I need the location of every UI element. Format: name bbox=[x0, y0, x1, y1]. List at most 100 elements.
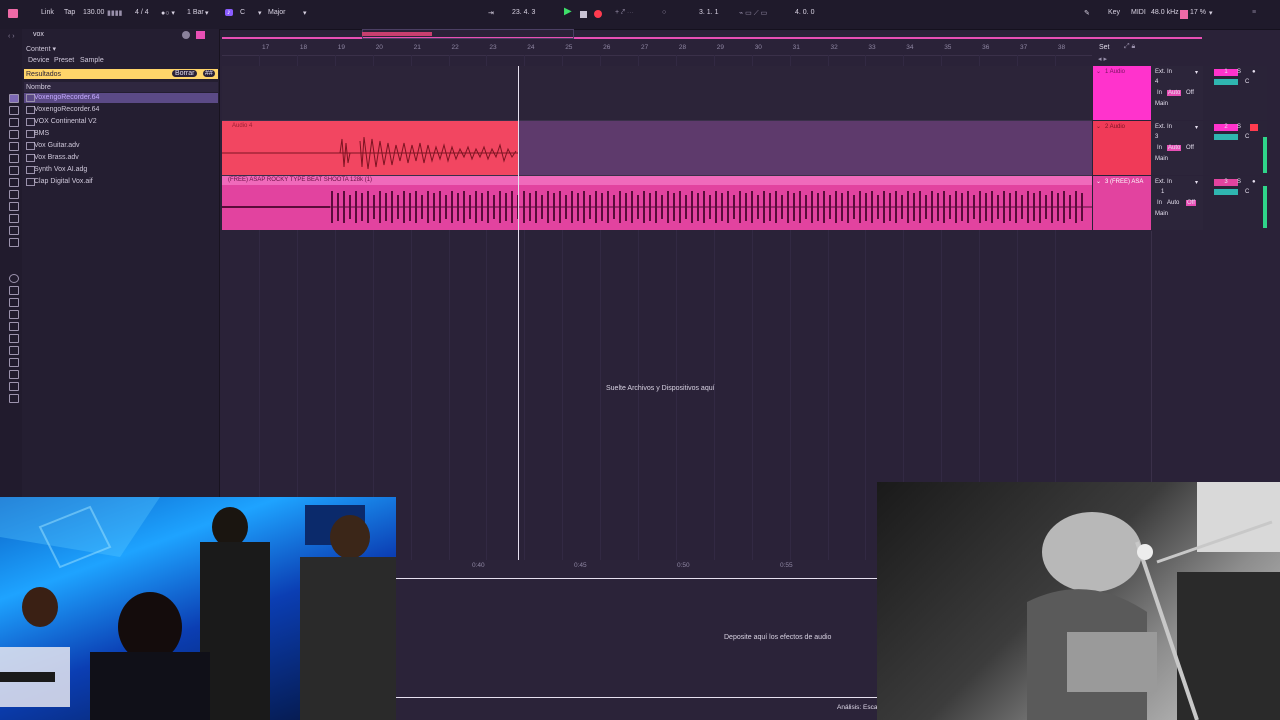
input-channel-select[interactable]: 4 bbox=[1155, 79, 1158, 85]
output-select[interactable]: Main bbox=[1155, 156, 1168, 162]
samples-icon[interactable] bbox=[9, 214, 19, 223]
zoom-arrows-icon[interactable]: ◂ ▸ bbox=[1098, 55, 1107, 63]
input-channel-select[interactable]: 3 bbox=[1155, 134, 1158, 140]
list-item[interactable]: Synth Vox AI.adg bbox=[34, 166, 87, 173]
folder-icon[interactable] bbox=[9, 370, 19, 379]
fold-icon[interactable]: ⌄ bbox=[1096, 178, 1101, 185]
drums-icon[interactable] bbox=[9, 118, 19, 127]
sounds-icon[interactable] bbox=[9, 106, 19, 115]
filter-device[interactable]: Device bbox=[28, 57, 49, 64]
menu-icon[interactable]: ≡ bbox=[1252, 9, 1256, 16]
tap-button[interactable]: Tap bbox=[64, 9, 75, 16]
current-project-icon[interactable] bbox=[9, 310, 19, 319]
beat-time-ruler[interactable]: 17 18 19 20 21 22 23 24 25 26 27 28 29 30 31 32 33 34 35 36… bbox=[222, 40, 1092, 56]
filter-preset[interactable]: Preset bbox=[54, 57, 74, 64]
metronome-toggle-icon[interactable]: ●○ ▾ bbox=[161, 9, 175, 17]
solo-button[interactable]: S bbox=[1237, 124, 1241, 130]
input-type-select[interactable]: Ext. In bbox=[1155, 179, 1172, 185]
track-header-2[interactable]: ⌄ 2 Audio bbox=[1093, 121, 1151, 175]
pan-knob[interactable]: C bbox=[1245, 134, 1249, 140]
monitor-auto-button[interactable]: Auto bbox=[1167, 90, 1182, 96]
name-column-header[interactable]: Nombre bbox=[24, 82, 218, 92]
folder-icon[interactable] bbox=[9, 334, 19, 343]
arm-button-icon[interactable]: ● bbox=[1252, 179, 1256, 185]
content-filter[interactable]: Content ▾ bbox=[26, 45, 56, 53]
folder-icon[interactable] bbox=[9, 382, 19, 391]
record-button[interactable] bbox=[594, 10, 602, 18]
quantize-select[interactable]: 1 Bar bbox=[187, 9, 204, 16]
tempo-field[interactable]: 130.00 bbox=[83, 9, 104, 16]
volume-fader[interactable] bbox=[1214, 189, 1238, 195]
track-lane-1[interactable] bbox=[222, 66, 1092, 121]
input-type-select[interactable]: Ext. In bbox=[1155, 124, 1172, 130]
monitor-off-button[interactable]: Off bbox=[1186, 145, 1194, 151]
playhead[interactable] bbox=[518, 66, 519, 560]
monitor-auto-button[interactable]: Auto bbox=[1167, 200, 1179, 206]
monitor-in-button[interactable]: In bbox=[1157, 145, 1162, 151]
midi-effects-icon[interactable] bbox=[9, 154, 19, 163]
list-item[interactable]: Vox Brass.adv bbox=[34, 154, 79, 161]
fold-icon[interactable]: ⌄ bbox=[1096, 68, 1101, 75]
pan-knob[interactable]: C bbox=[1245, 189, 1249, 195]
punch-icon[interactable]: ⌁ ▭ ⟋ ▭ bbox=[739, 9, 767, 18]
track-activator[interactable]: 3 bbox=[1214, 179, 1238, 186]
key-map-button[interactable]: Key bbox=[1108, 9, 1120, 16]
scale-mode-icon[interactable]: ♪ bbox=[225, 9, 233, 16]
filter-sample[interactable]: Sample bbox=[80, 57, 104, 64]
follow-icon[interactable]: ⇥ bbox=[488, 9, 494, 17]
grooves-icon[interactable] bbox=[9, 226, 19, 235]
filter-toggle-icon[interactable] bbox=[196, 31, 205, 39]
list-item[interactable]: VoxengoRecorder.64 bbox=[34, 94, 99, 101]
collections-icon[interactable] bbox=[9, 94, 19, 103]
audio-clip[interactable]: Audio 4 bbox=[222, 121, 518, 175]
output-select[interactable]: Main bbox=[1155, 101, 1168, 107]
solo-button[interactable]: S bbox=[1237, 69, 1241, 75]
expand-icon[interactable]: ⤢ 🔒︎ bbox=[1124, 43, 1135, 51]
audio-effects-icon[interactable] bbox=[9, 142, 19, 151]
search-input[interactable]: vox bbox=[33, 31, 193, 41]
monitor-off-button[interactable]: Off bbox=[1186, 90, 1194, 96]
monitor-auto-button[interactable]: Auto bbox=[1167, 145, 1182, 151]
clear-search-icon[interactable] bbox=[182, 31, 190, 39]
arm-button-icon[interactable]: ● bbox=[1252, 69, 1256, 75]
time-ruler[interactable] bbox=[396, 560, 877, 579]
monitor-in-button[interactable]: In bbox=[1157, 90, 1162, 96]
list-item[interactable]: Clap Digital Vox.aif bbox=[34, 178, 93, 185]
arm-button-icon[interactable] bbox=[1250, 124, 1258, 131]
loop-length-field[interactable]: 4. 0. 0 bbox=[795, 9, 814, 16]
list-item[interactable]: VoxengoRecorder.64 bbox=[34, 106, 99, 113]
track-header-1[interactable]: ⌄ 1 Audio bbox=[1093, 66, 1151, 120]
volume-fader[interactable] bbox=[1214, 79, 1238, 85]
track-header-3[interactable]: ⌄ 3 (FREE) ASA bbox=[1093, 176, 1151, 230]
time-signature[interactable]: 4 / 4 bbox=[135, 9, 149, 16]
folder-icon[interactable] bbox=[9, 322, 19, 331]
input-channel-select[interactable]: 1 bbox=[1161, 189, 1164, 195]
instruments-icon[interactable] bbox=[9, 130, 19, 139]
key-root-select[interactable]: C bbox=[240, 9, 245, 16]
capture-icon[interactable]: ○ bbox=[662, 9, 666, 16]
add-filter-button[interactable]: ## bbox=[203, 70, 215, 77]
max-for-live-icon[interactable] bbox=[9, 178, 19, 187]
loop-start-field[interactable]: 3. 1. 1 bbox=[699, 9, 718, 16]
link-button[interactable]: Link bbox=[41, 9, 54, 16]
list-item[interactable]: BMS bbox=[34, 130, 49, 137]
list-item[interactable]: VOX Continental V2 bbox=[34, 118, 97, 125]
midi-map-button[interactable]: MIDI bbox=[1131, 9, 1146, 16]
folder-icon[interactable] bbox=[9, 358, 19, 367]
draw-mode-icon[interactable]: ✎ bbox=[1084, 9, 1090, 17]
add-folder-icon[interactable] bbox=[9, 394, 19, 403]
clear-results-button[interactable]: Borrar bbox=[172, 70, 198, 77]
fold-icon[interactable]: ⌄ bbox=[1096, 123, 1101, 130]
song-position[interactable]: 23. 4. 3 bbox=[512, 9, 535, 16]
clips-icon[interactable] bbox=[9, 202, 19, 211]
tunings-icon[interactable] bbox=[9, 238, 19, 247]
solo-button[interactable]: S bbox=[1237, 179, 1241, 185]
view-toggle-icon[interactable] bbox=[8, 9, 18, 18]
output-select[interactable]: Main bbox=[1155, 211, 1168, 217]
list-item[interactable]: Vox Guitar.adv bbox=[34, 142, 80, 149]
monitor-off-button[interactable]: Off bbox=[1186, 200, 1196, 206]
metronome-icon[interactable]: ▮▮▮▮ bbox=[107, 9, 122, 17]
track-activator[interactable]: 2 bbox=[1214, 124, 1238, 131]
volume-fader[interactable] bbox=[1214, 134, 1238, 140]
plugins-icon[interactable] bbox=[9, 190, 19, 199]
